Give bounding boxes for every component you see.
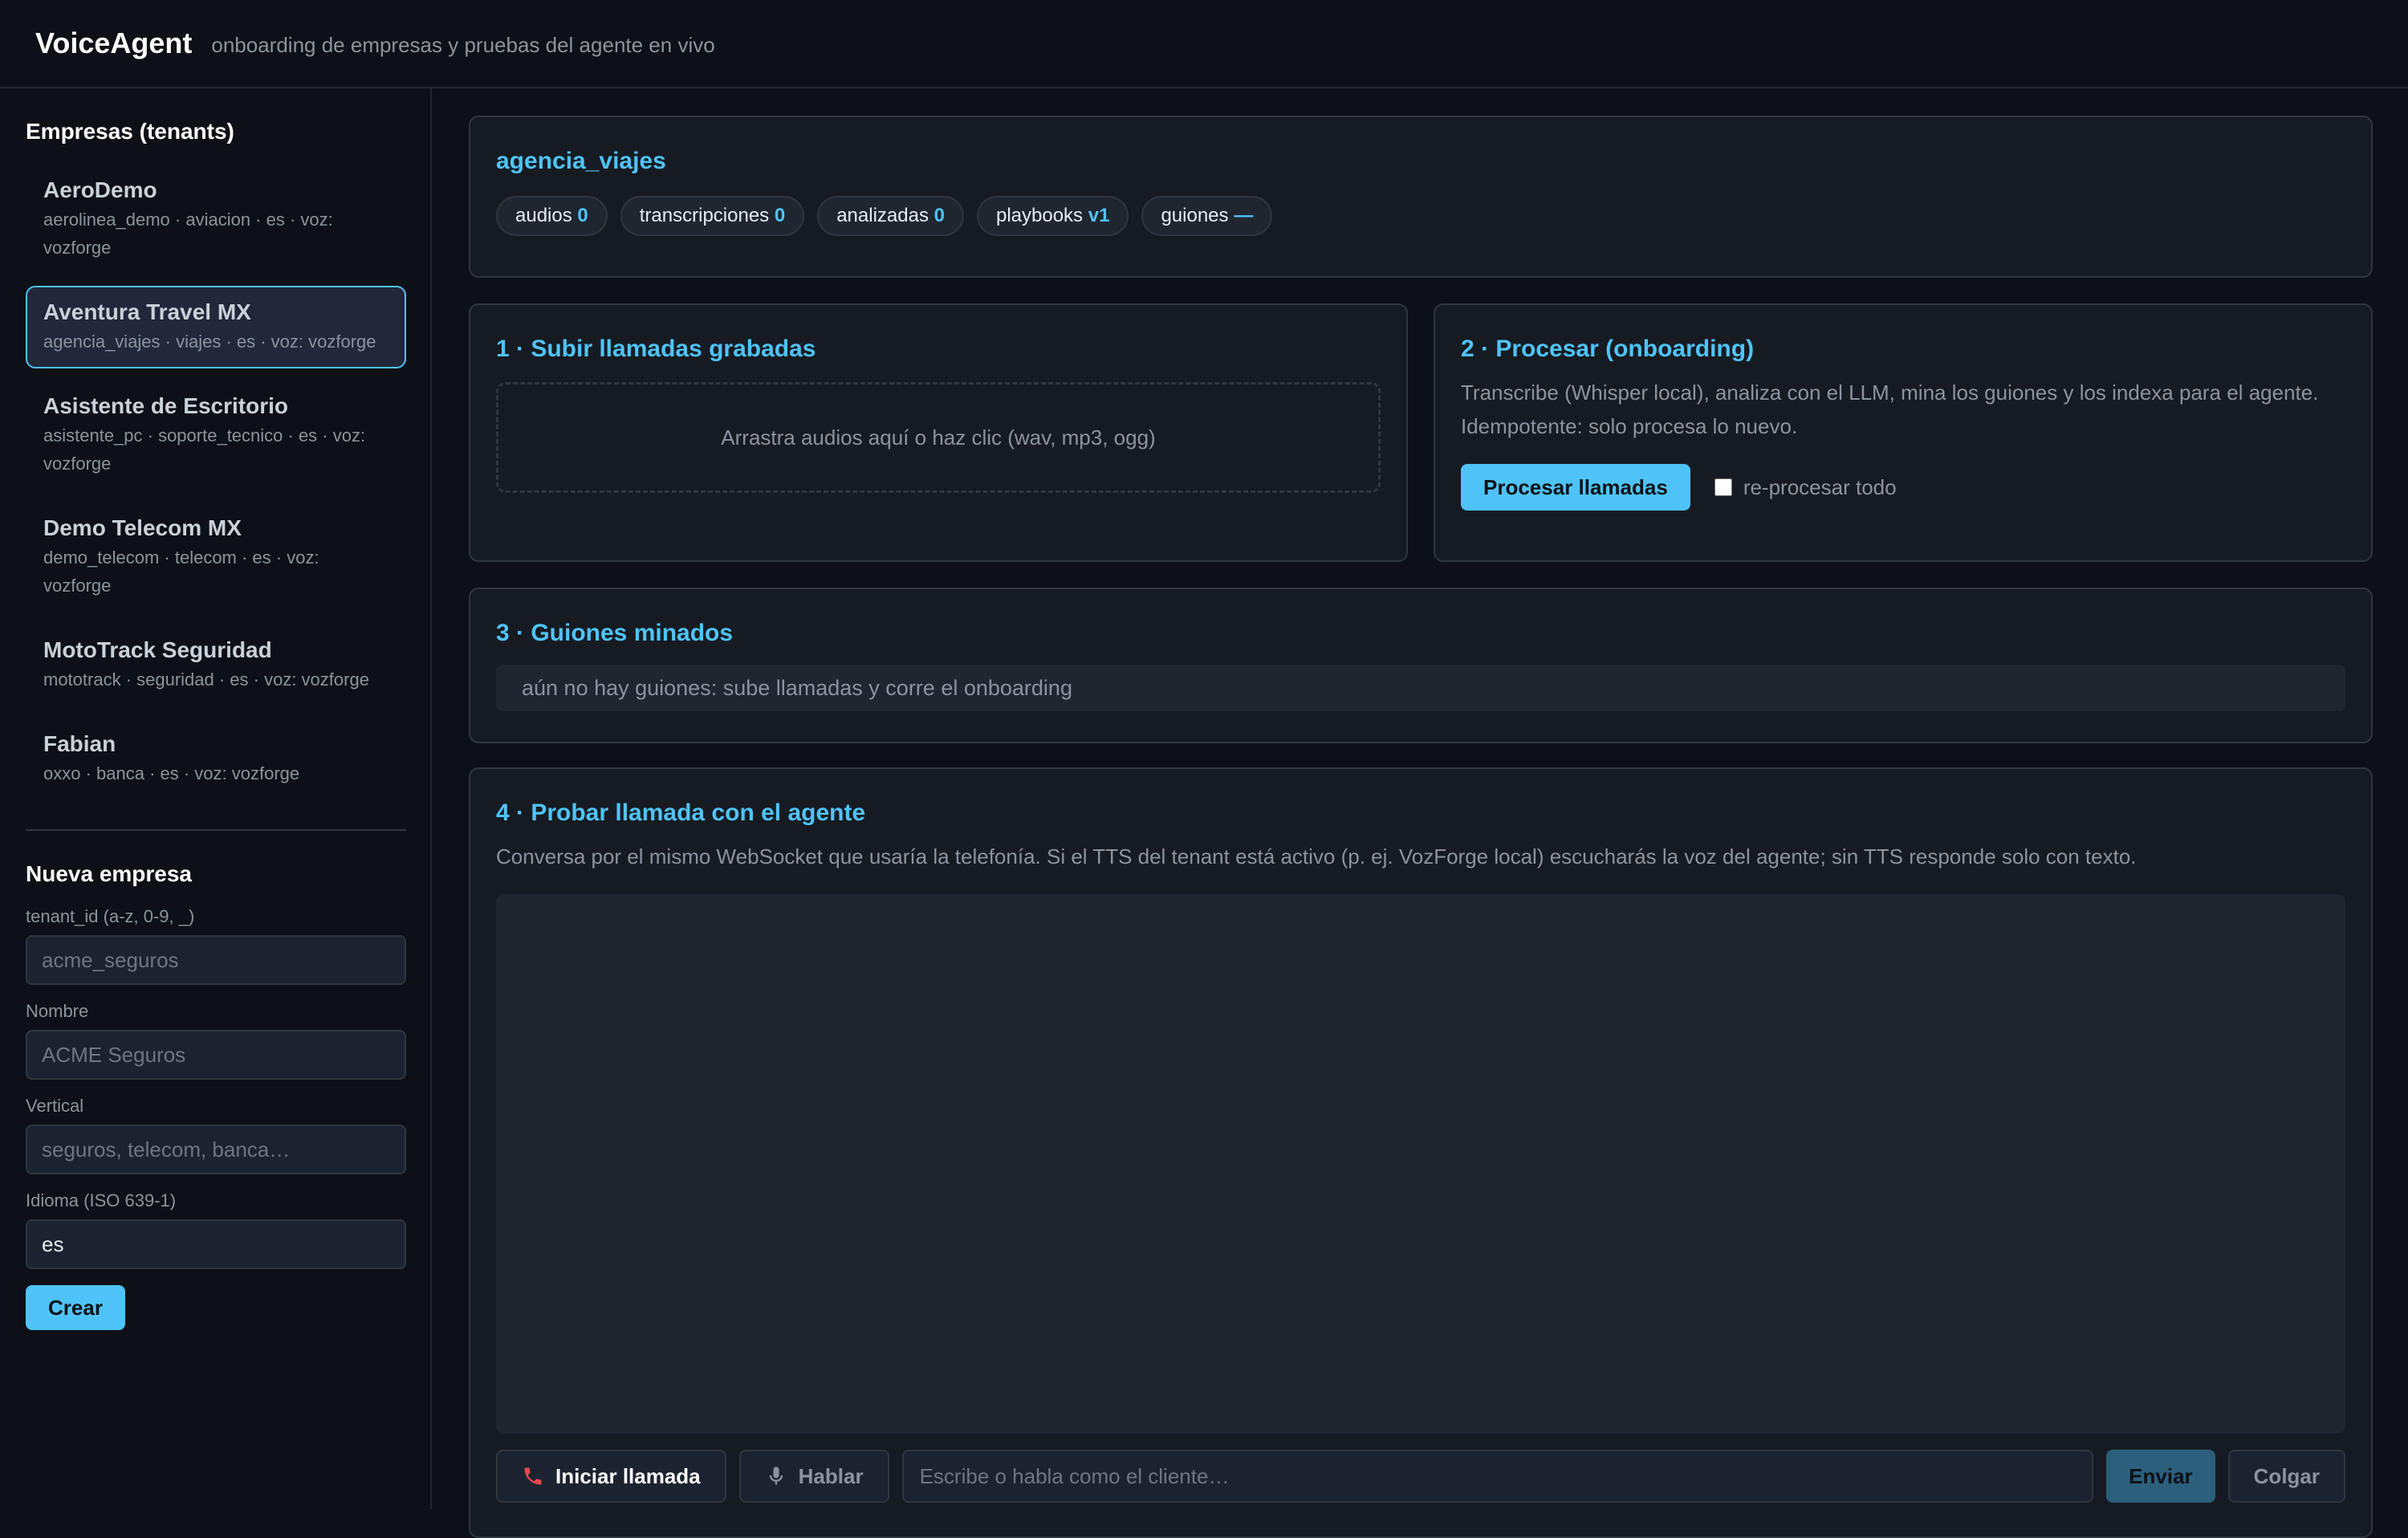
- tenant-id-title: agencia_viajes: [496, 148, 666, 174]
- tenant-meta: asistente_pc · soporte_tecnico · es · vo…: [43, 425, 366, 474]
- upload-card: 1 · Subir llamadas grabadas Arrastra aud…: [469, 303, 1408, 562]
- stat-label: analizadas: [836, 205, 929, 226]
- vertical-label: Vertical: [26, 1096, 84, 1116]
- tenants-heading: Empresas (tenants): [26, 119, 234, 144]
- tenant-name: AeroDemo: [43, 177, 157, 202]
- app-subtitle: onboarding de empresas y pruebas del age…: [211, 32, 715, 57]
- upload-title: 1 · Subir llamadas grabadas: [496, 336, 816, 362]
- tenant-id-label: tenant_id (a-z, 0-9, _): [26, 906, 195, 926]
- create-button[interactable]: Crear: [26, 1285, 125, 1330]
- language-input[interactable]: [26, 1219, 406, 1269]
- scripts-card: 3 · Guiones minados aún no hay guiones: …: [469, 588, 2373, 743]
- tenant-meta: mototrack · seguridad · es · voz: vozfor…: [43, 669, 369, 690]
- process-card: 2 · Procesar (onboarding) Transcribe (Wh…: [1434, 303, 2373, 562]
- call-controls: Iniciar llamada Hablar Enviar Colgar: [496, 1450, 2345, 1503]
- sidebar-divider: [26, 829, 406, 831]
- tenant-name: Asistente de Escritorio: [43, 393, 288, 418]
- chat-message-input[interactable]: [901, 1450, 2094, 1503]
- talk-label: Hablar: [798, 1463, 864, 1488]
- hangup-button[interactable]: Colgar: [2227, 1450, 2345, 1503]
- app-header: VoiceAgent onboarding de empresas y prue…: [0, 0, 2408, 88]
- tenant-summary-card: agencia_viajes audios 0 transcripciones …: [469, 116, 2373, 278]
- tenant-name: MotoTrack Seguridad: [43, 637, 272, 662]
- chat-transcript: [496, 894, 2345, 1434]
- microphone-icon: [765, 1465, 787, 1487]
- stat-value: 0: [577, 205, 588, 226]
- test-call-card: 4 · Probar llamada con el agente Convers…: [469, 767, 2373, 1538]
- tenant-name: Aventura Travel MX: [43, 299, 251, 324]
- tenant-name: Demo Telecom MX: [43, 515, 242, 540]
- tenant-meta: aerolinea_demo · aviacion · es · voz: vo…: [43, 210, 333, 258]
- stat-value: 0: [774, 205, 786, 226]
- new-tenant-heading: Nueva empresa: [26, 861, 193, 886]
- process-title: 2 · Procesar (onboarding): [1461, 336, 1755, 362]
- stat-chip-transcripciones: transcripciones 0: [620, 196, 805, 236]
- audio-dropzone[interactable]: Arrastra audios aquí o haz clic (wav, mp…: [496, 382, 1381, 493]
- stat-value: v1: [1088, 205, 1110, 226]
- test-call-description: Conversa por el mismo WebSocket que usar…: [496, 844, 2137, 869]
- start-call-button[interactable]: Iniciar llamada: [496, 1450, 726, 1503]
- process-calls-button[interactable]: Procesar llamadas: [1461, 464, 1690, 511]
- send-button[interactable]: Enviar: [2106, 1450, 2215, 1503]
- scripts-empty-state: aún no hay guiones: sube llamadas y corr…: [496, 665, 2345, 711]
- stat-chip-guiones: guiones —: [1141, 196, 1273, 236]
- sidebar: Empresas (tenants) AeroDemo aerolinea_de…: [0, 88, 432, 1509]
- tenant-meta: agencia_viajes · viajes · es · voz: vozf…: [43, 332, 376, 352]
- stats-chips: audios 0 transcripciones 0 analizadas 0 …: [496, 196, 2345, 236]
- stat-chip-analizadas: analizadas 0: [817, 196, 964, 236]
- name-label: Nombre: [26, 1001, 89, 1021]
- stat-value: —: [1234, 205, 1254, 226]
- stat-label: guiones: [1161, 205, 1229, 226]
- tenant-item[interactable]: AeroDemo aerolinea_demo · aviacion · es …: [26, 164, 406, 275]
- tenant-meta: oxxo · banca · es · voz: vozforge: [43, 763, 300, 783]
- tenant-id-input[interactable]: [26, 935, 406, 985]
- tenant-item[interactable]: Demo Telecom MX demo_telecom · telecom ·…: [26, 502, 406, 612]
- reprocess-label: re-procesar todo: [1743, 474, 1897, 499]
- stat-label: playbooks: [995, 205, 1084, 226]
- language-label: Idioma (ISO 639-1): [26, 1190, 177, 1210]
- tenant-item[interactable]: MotoTrack Seguridad mototrack · segurida…: [26, 624, 406, 706]
- tenant-name: Fabian: [43, 731, 116, 756]
- reprocess-toggle[interactable]: re-procesar todo: [1714, 475, 1897, 500]
- phone-icon: [522, 1465, 544, 1487]
- stat-label: audios: [515, 205, 572, 226]
- start-call-label: Iniciar llamada: [555, 1463, 701, 1488]
- talk-button[interactable]: Hablar: [738, 1450, 889, 1503]
- tenant-item[interactable]: Fabian oxxo · banca · es · voz: vozforge: [26, 718, 406, 800]
- reprocess-checkbox[interactable]: [1714, 478, 1732, 496]
- scripts-title: 3 · Guiones minados: [496, 620, 734, 646]
- test-call-title: 4 · Probar llamada con el agente: [496, 800, 866, 826]
- stat-chip-playbooks: playbooks v1: [976, 196, 1129, 236]
- process-description: Transcribe (Whisper local), analiza con …: [1461, 380, 2319, 438]
- vertical-input[interactable]: [26, 1125, 406, 1174]
- brand-title: VoiceAgent: [35, 26, 193, 59]
- tenant-item-active[interactable]: Aventura Travel MX agencia_viajes · viaj…: [26, 286, 406, 368]
- tenant-meta: demo_telecom · telecom · es · voz: vozfo…: [43, 547, 319, 596]
- name-input[interactable]: [26, 1030, 406, 1080]
- stat-chip-audios: audios 0: [496, 196, 608, 236]
- stat-value: 0: [934, 205, 945, 226]
- tenant-item[interactable]: Asistente de Escritorio asistente_pc · s…: [26, 380, 406, 490]
- stat-label: transcripciones: [639, 205, 770, 226]
